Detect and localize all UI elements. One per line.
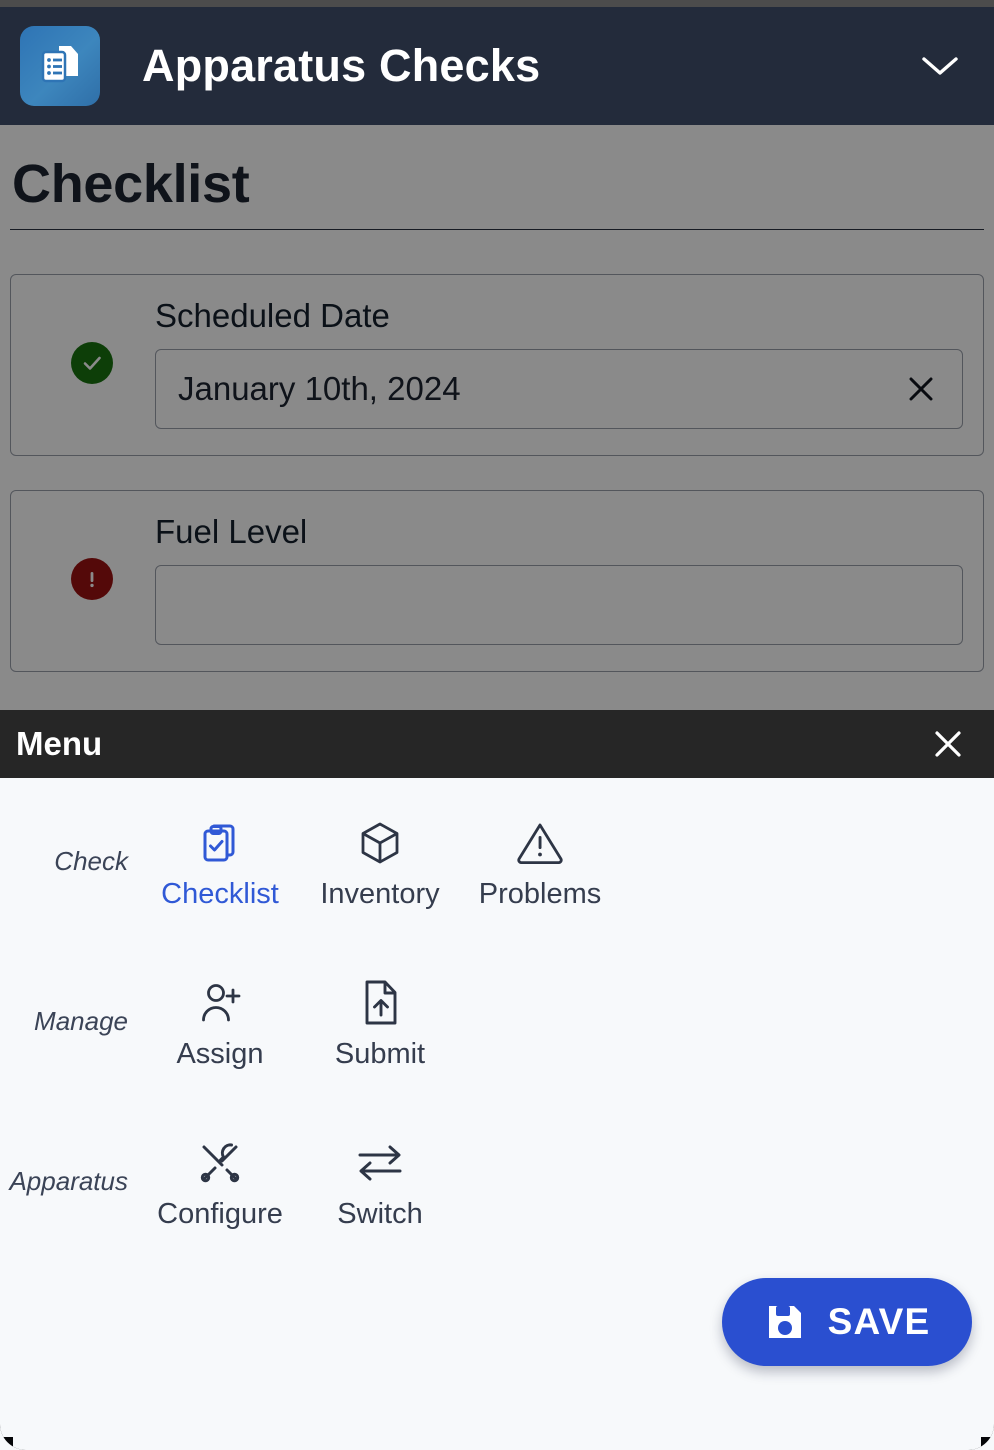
page-content: Checklist Scheduled Date January 10th, 2… [0, 125, 994, 710]
close-icon[interactable] [902, 370, 940, 408]
page-title: Checklist [12, 154, 250, 214]
app-bar: Apparatus Checks [0, 7, 994, 125]
menu-item-checklist[interactable]: Checklist [140, 796, 300, 911]
field-label: Fuel Level [155, 513, 308, 550]
status-bar [0, 0, 994, 7]
menu-group-items: Assign Submit [128, 956, 994, 1071]
floppy-disk-icon [764, 1301, 806, 1343]
file-upload-icon [358, 976, 402, 1030]
app-root: Apparatus Checks Checklist Scheduled Dat… [0, 0, 994, 1450]
menu-item-label: Checklist [161, 878, 279, 910]
menu-item-configure[interactable]: Configure [140, 1116, 300, 1231]
menu-group-manage: Manage Assign Submit [0, 956, 994, 1116]
menu-group-items: Checklist Inventory Problems [128, 796, 994, 911]
chevron-down-icon[interactable] [912, 38, 968, 94]
title-divider [10, 229, 984, 230]
menu-group-apparatus: Apparatus Configure Switch [0, 1116, 994, 1276]
menu-item-problems[interactable]: Problems [460, 796, 620, 911]
menu-header: Menu [0, 710, 994, 778]
user-plus-icon [196, 976, 244, 1030]
close-icon[interactable] [924, 720, 972, 768]
fuel-level-input[interactable] [155, 565, 963, 645]
swap-arrows-icon [354, 1136, 406, 1190]
menu-body: Check Checklist Inventory Problems Manag… [0, 778, 994, 1276]
scheduled-date-value: January 10th, 2024 [178, 370, 461, 407]
save-button-label: SAVE [827, 1301, 931, 1342]
menu-item-label: Submit [334, 1038, 426, 1070]
checklist-field-scheduled-date[interactable]: Scheduled Date January 10th, 2024 [10, 274, 984, 456]
menu-item-label: Inventory [320, 878, 440, 910]
menu-item-submit[interactable]: Submit [300, 956, 460, 1071]
menu-group-check: Check Checklist Inventory Problems [0, 796, 994, 956]
menu-sheet: Menu Check Checklist Inventory Problems … [0, 710, 994, 1450]
menu-title: Menu [16, 725, 103, 762]
menu-item-label: Switch [337, 1198, 423, 1230]
tools-icon [195, 1136, 245, 1190]
app-title: Apparatus Checks [142, 40, 541, 91]
menu-group-label: Apparatus [9, 1166, 128, 1196]
menu-group-label: Manage [34, 1006, 128, 1036]
menu-item-label: Problems [478, 878, 602, 910]
check-circle-icon [71, 342, 113, 384]
menu-group-label: Check [54, 846, 128, 876]
checklist-field-fuel-level[interactable]: Fuel Level [10, 490, 984, 672]
alert-circle-icon [71, 558, 113, 600]
menu-item-inventory[interactable]: Inventory [300, 796, 460, 911]
field-body: Scheduled Date January 10th, 2024 [155, 297, 963, 429]
menu-item-label: Assign [176, 1038, 264, 1070]
clipboard-check-icon [197, 816, 243, 870]
app-logo-icon [20, 26, 100, 106]
save-button[interactable]: SAVE [722, 1278, 972, 1366]
menu-item-assign[interactable]: Assign [140, 956, 300, 1071]
menu-item-label: Configure [157, 1198, 283, 1230]
warning-triangle-icon [515, 816, 565, 870]
menu-group-items: Configure Switch [128, 1116, 994, 1231]
field-label: Scheduled Date [155, 297, 390, 334]
menu-item-switch[interactable]: Switch [300, 1116, 460, 1231]
cube-icon [356, 816, 404, 870]
field-body: Fuel Level [155, 513, 963, 645]
scheduled-date-input[interactable]: January 10th, 2024 [155, 349, 963, 429]
